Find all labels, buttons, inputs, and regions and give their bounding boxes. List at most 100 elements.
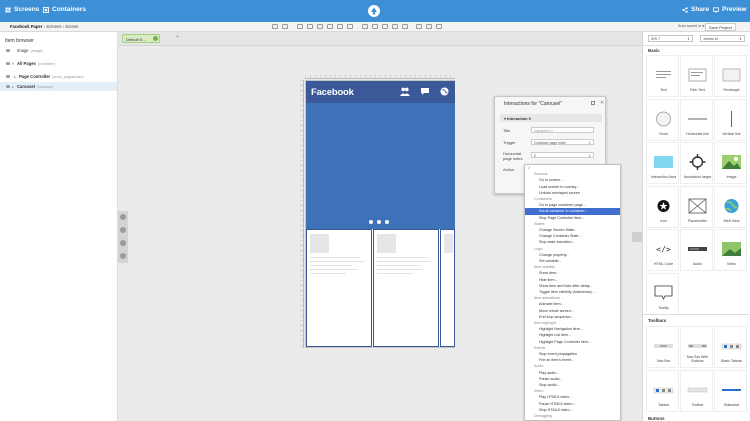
widget-icon[interactable]: Icon	[646, 185, 679, 228]
trigger-select[interactable]: Container page enter ⇕	[531, 139, 594, 145]
story-card[interactable]	[440, 229, 455, 347]
visibility-eye-icon[interactable]	[6, 85, 10, 88]
widget-image[interactable]: Image	[714, 142, 747, 184]
widget-nav-bar-with-buttons[interactable]: Nav Bar With Buttons	[680, 326, 713, 368]
title-field[interactable]: Interaction 0	[531, 127, 594, 133]
widget-statusbar[interactable]: Statusbar	[714, 370, 747, 412]
visibility-eye-icon[interactable]	[6, 62, 10, 65]
theme-select[interactable]: Jumbo bl... ⇕	[700, 35, 745, 42]
placeholder-line	[377, 261, 432, 262]
align-middle-icon[interactable]	[337, 24, 343, 29]
tree-item-page-controller[interactable]: ▸ Page Controller (scroll_pages/main)	[0, 72, 117, 81]
story-card[interactable]	[373, 229, 439, 347]
preview-button[interactable]: Preview	[713, 6, 747, 13]
tabbar-icon	[721, 337, 742, 355]
tool-comments-icon[interactable]	[120, 240, 126, 246]
nav-screens[interactable]: Screens	[5, 6, 39, 13]
carousel-dot[interactable]	[385, 220, 389, 224]
carousel-area[interactable]	[306, 103, 455, 229]
canvas-tool-icon[interactable]	[632, 232, 642, 242]
widget-nav-bar[interactable]: Nav Bar	[646, 326, 679, 368]
circle-icon	[653, 110, 674, 128]
carousel-dot[interactable]	[377, 220, 381, 224]
widget-tooltip[interactable]: Tooltip	[646, 272, 679, 315]
widget-audio[interactable]: Audio	[680, 229, 713, 271]
widget-vertical-line[interactable]: Vertical line	[714, 98, 747, 141]
widget-html-code[interactable]: </> HTML Code	[646, 229, 679, 271]
screens-icon	[5, 7, 11, 12]
align-bottom-icon[interactable]	[347, 24, 353, 29]
expand-caret-icon[interactable]: ▸	[14, 75, 17, 79]
bring-front-icon[interactable]	[392, 24, 398, 29]
carousel-dot[interactable]	[369, 220, 373, 224]
widget-horizontal-line[interactable]: Horizontal line	[680, 98, 713, 141]
save-project-button[interactable]: Save Project	[705, 23, 736, 31]
breadcrumb-section[interactable]: Screens	[46, 24, 61, 29]
phone-screen[interactable]: Facebook	[305, 80, 455, 348]
close-icon[interactable]: ✕	[600, 100, 604, 106]
tree-item-all-pages[interactable]: ▾ All Pages (container)	[0, 59, 117, 68]
widget-web-view[interactable]: Web View	[714, 185, 747, 228]
send-back-icon[interactable]	[402, 24, 408, 29]
widget-rich-text[interactable]: Rich Text	[680, 55, 713, 97]
widget-rectangle[interactable]: Rectangle	[714, 55, 747, 97]
widget-library-panel: iOS 7 ⇕ Jumbo bl... ⇕ Basic Text Rich Tex…	[642, 32, 750, 421]
tree-item-label: Image	[17, 48, 29, 53]
widget-interaction-area[interactable]: Interaction Area	[646, 142, 679, 184]
tree-item-carousel[interactable]: ▸ Carousel (carousel)	[0, 82, 117, 91]
visibility-eye-icon[interactable]	[6, 49, 10, 52]
grid-icon[interactable]	[426, 24, 432, 29]
tree-item-image[interactable]: Image (image)	[0, 46, 117, 55]
expand-caret-icon[interactable]: ▾	[12, 62, 15, 66]
redo-icon[interactable]	[282, 24, 288, 29]
align-right-icon[interactable]	[317, 24, 323, 29]
widget-tabbar[interactable]: Tabbar	[646, 370, 679, 412]
tool-help-icon[interactable]	[120, 253, 126, 259]
breadcrumb-project[interactable]: Facebook Paper	[10, 24, 42, 29]
tool-layers-icon[interactable]	[120, 227, 126, 233]
expand-caret-icon[interactable]: ▸	[12, 85, 15, 89]
zoom-icon[interactable]	[436, 24, 442, 29]
story-card[interactable]	[306, 229, 372, 347]
widget-video[interactable]: Video	[714, 229, 747, 271]
share-button[interactable]: Share	[682, 6, 709, 13]
visibility-eye-icon[interactable]	[6, 75, 10, 78]
lock-icon[interactable]	[416, 24, 422, 29]
nav-containers[interactable]: Containers	[43, 6, 86, 13]
widget-label: Rectangle	[723, 88, 740, 92]
page-index-select[interactable]: 0 ⇕	[531, 152, 594, 158]
widget-annotation-target[interactable]: Annotation target	[680, 142, 713, 184]
widget-label: Interaction Area	[650, 175, 677, 179]
widget-basic-tabbar[interactable]: Basic Tabbar	[714, 326, 747, 368]
facebook-header: Facebook	[306, 81, 455, 103]
story-thumbnail	[444, 234, 453, 253]
group-icon[interactable]	[372, 24, 378, 29]
align-center-icon[interactable]	[307, 24, 313, 29]
item-browser-title: Item browser	[5, 38, 34, 44]
interaction-section-header[interactable]: ▾ Interaction 0	[500, 114, 602, 122]
tool-settings-icon[interactable]	[120, 214, 126, 220]
breadcrumb-screen[interactable]: Screen	[65, 24, 78, 29]
screen-tab-bar: Default S... +	[118, 32, 642, 46]
globe-icon	[721, 197, 742, 215]
vertical-ruler	[300, 80, 304, 348]
align-left-icon[interactable]	[297, 24, 303, 29]
nav-containers-label: Containers	[52, 6, 86, 13]
distribute-icon[interactable]	[362, 24, 368, 29]
tab-status-icon[interactable]	[153, 36, 158, 41]
align-top-icon[interactable]	[327, 24, 333, 29]
dialog-detach-icon[interactable]	[591, 101, 595, 105]
add-tab-icon[interactable]: +	[176, 34, 179, 40]
widget-toolbar[interactable]: Toolbar	[680, 370, 713, 412]
undo-icon[interactable]	[272, 24, 278, 29]
widget-label: Nav Bar With Buttons	[686, 355, 709, 363]
ungroup-icon[interactable]	[382, 24, 388, 29]
platform-select[interactable]: iOS 7 ⇕	[648, 35, 693, 42]
story-thumbnail	[310, 234, 329, 253]
vertical-line-icon	[721, 110, 742, 128]
widget-text[interactable]: Text	[646, 55, 679, 97]
title-field-value: Interaction 0	[534, 128, 553, 133]
logo-icon	[368, 5, 380, 17]
widget-circle[interactable]: Circle	[646, 98, 679, 141]
widget-placeholder[interactable]: Placeholder	[680, 185, 713, 228]
